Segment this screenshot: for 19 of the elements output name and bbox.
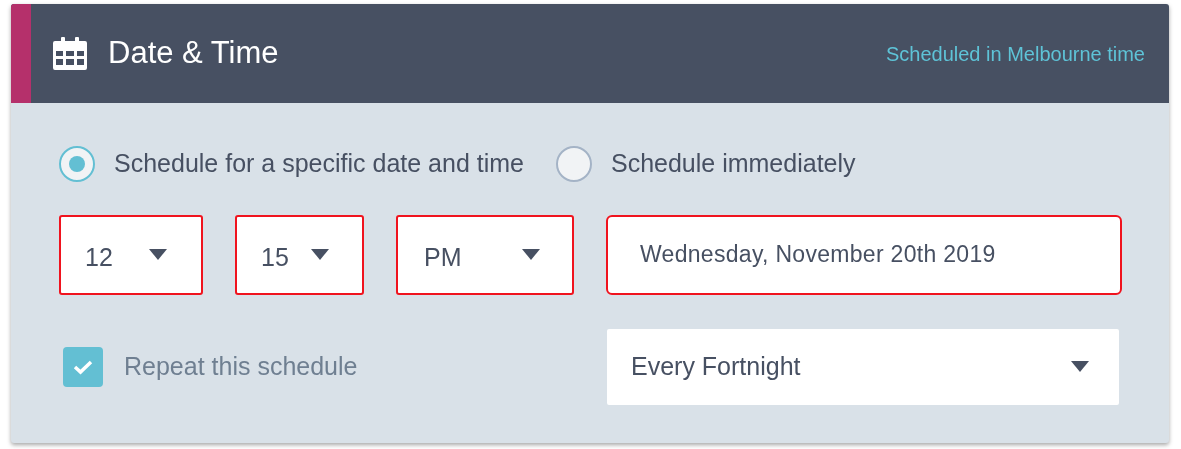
radio-label: Schedule immediately (610, 148, 856, 179)
caret-icon (311, 249, 329, 260)
radio-button[interactable] (555, 145, 592, 182)
checkbox-label: Repeat this schedule (124, 350, 358, 382)
time-select[interactable]: 15 (235, 214, 364, 295)
caret-icon (522, 249, 540, 260)
radio-button[interactable] (59, 145, 95, 182)
frequency-select[interactable]: Every Fortnight (607, 328, 1119, 405)
caret-icon (149, 249, 167, 260)
time-select[interactable]: 12 (59, 214, 203, 295)
timezone-note: Scheduled in Melbourne time (885, 41, 1145, 67)
checkmark-icon (73, 358, 93, 375)
calendar-icon (53, 37, 87, 70)
checkbox[interactable] (63, 346, 103, 387)
date-field[interactable]: Wednesday, November 20th 2019 (606, 214, 1122, 295)
time-select[interactable]: PM (396, 214, 574, 295)
radio-label: Schedule for a specific date and time (114, 148, 524, 179)
caret-icon (1071, 361, 1089, 372)
section-title: Date & Time (108, 34, 279, 73)
